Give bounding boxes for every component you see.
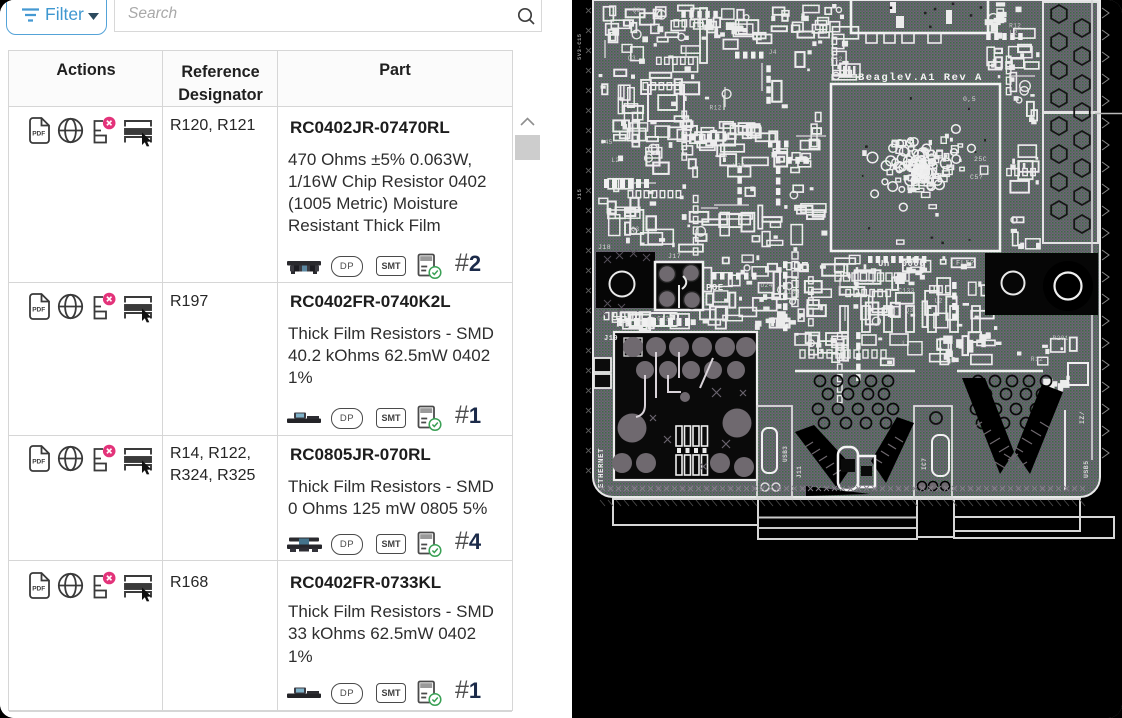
svg-text:USB5: USB5 bbox=[1083, 460, 1090, 478]
svg-text:C45: C45 bbox=[601, 139, 613, 146]
svg-text:R12: R12 bbox=[831, 56, 843, 63]
svg-text:5V3-C15: 5V3-C15 bbox=[576, 33, 583, 60]
svg-text:L2: L2 bbox=[1010, 29, 1018, 36]
svg-text:C133: C133 bbox=[898, 287, 914, 294]
svg-text:PDF: PDF bbox=[32, 307, 45, 314]
svg-text:L2: L2 bbox=[611, 157, 619, 164]
svg-text:J18: J18 bbox=[598, 244, 611, 251]
svg-text:J17: J17 bbox=[668, 253, 681, 260]
svg-text:PDF: PDF bbox=[32, 459, 45, 466]
svg-text:PDF: PDF bbox=[32, 131, 45, 138]
svg-text:Un 0000: Un 0000 bbox=[878, 259, 925, 269]
svg-text:25C: 25C bbox=[974, 156, 987, 163]
svg-text:J15: J15 bbox=[616, 322, 629, 329]
svg-text:R201: R201 bbox=[1053, 335, 1069, 342]
svg-text:R12: R12 bbox=[1031, 356, 1043, 363]
svg-text:POE: POE bbox=[706, 283, 724, 293]
svg-text:Q3: Q3 bbox=[631, 226, 639, 233]
svg-text:IC7: IC7 bbox=[921, 458, 928, 470]
svg-text:J4: J4 bbox=[769, 49, 777, 56]
svg-text:L2: L2 bbox=[902, 340, 910, 347]
svg-text:J15: J15 bbox=[576, 188, 583, 200]
svg-text:Q3: Q3 bbox=[628, 55, 636, 62]
svg-text:L2: L2 bbox=[935, 298, 943, 305]
svg-text:C5?: C5? bbox=[970, 174, 983, 181]
svg-text:J19: J19 bbox=[604, 335, 618, 343]
svg-text:USB3: USB3 bbox=[782, 446, 789, 462]
svg-text:ETHERNET: ETHERNET bbox=[598, 448, 606, 488]
svg-text:BeagleV.A1 Rev A: BeagleV.A1 Rev A bbox=[858, 72, 983, 84]
svg-text:IZ/: IZ/ bbox=[1079, 411, 1086, 424]
svg-text:R12: R12 bbox=[1009, 22, 1021, 29]
svg-text:R12: R12 bbox=[710, 104, 722, 111]
svg-text:PDF: PDF bbox=[32, 586, 45, 593]
svg-text:J11: J11 bbox=[796, 466, 803, 478]
svg-text:0,5: 0,5 bbox=[963, 96, 976, 103]
svg-text:FL5?: FL5? bbox=[956, 260, 975, 268]
svg-text:U24: U24 bbox=[761, 282, 773, 289]
